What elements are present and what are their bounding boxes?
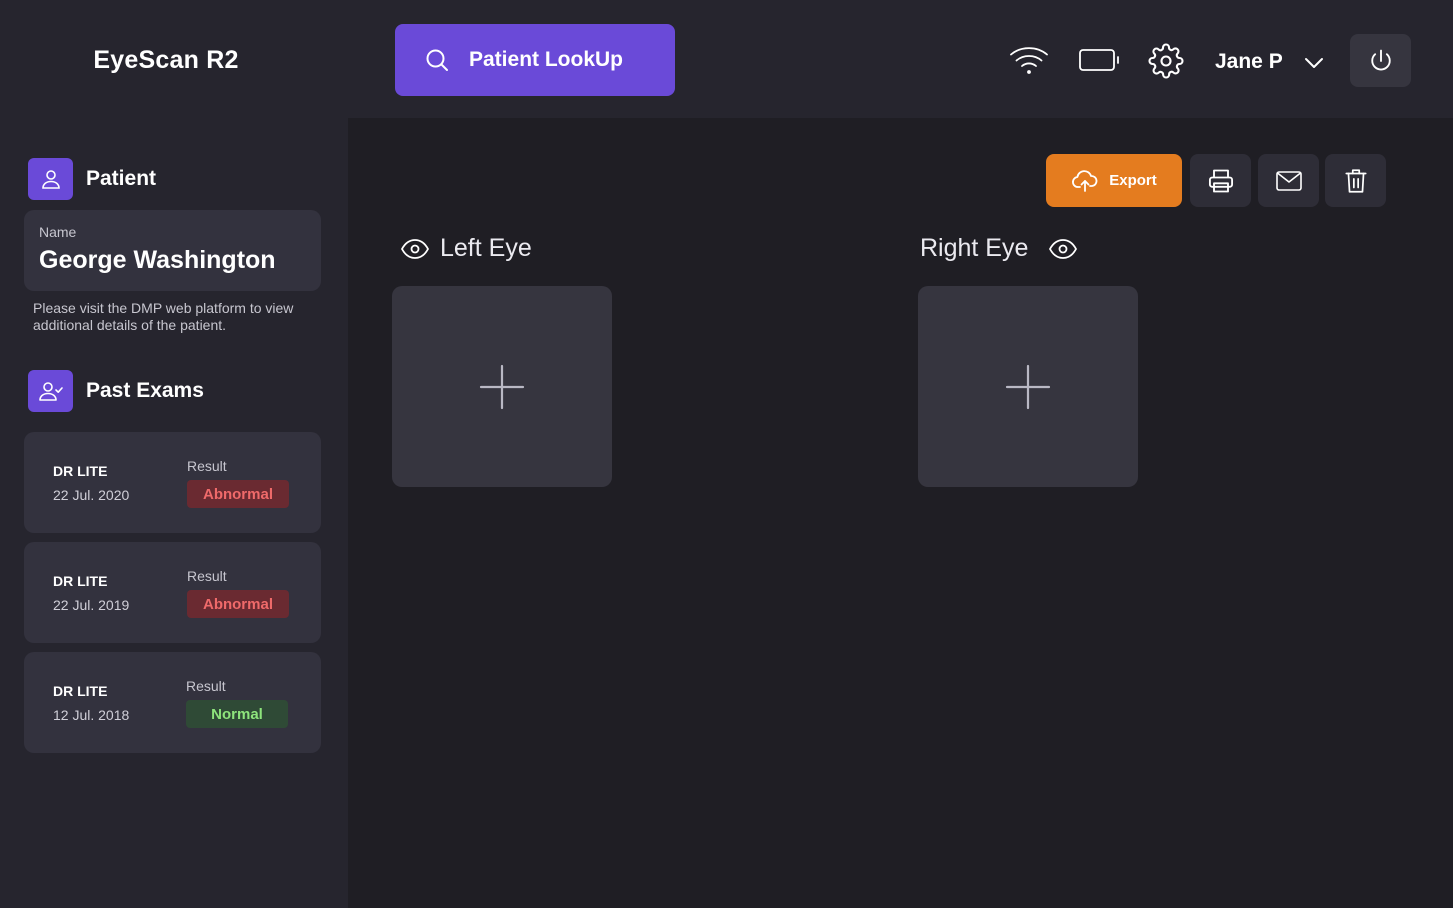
exam-card[interactable]: DR LITE 22 Jul. 2019 Result Abnormal xyxy=(24,542,321,643)
plus-icon xyxy=(1005,364,1051,409)
wifi-icon[interactable] xyxy=(1008,44,1050,76)
patient-lookup-button[interactable]: Patient LookUp xyxy=(395,24,675,96)
eye-icon xyxy=(400,238,430,259)
patient-name-label: Name xyxy=(39,224,77,240)
app-title: EyeScan R2 xyxy=(93,46,239,74)
patient-name: George Washington xyxy=(39,246,276,274)
exam-result-badge: Abnormal xyxy=(187,480,289,508)
patient-lookup-label: Patient LookUp xyxy=(469,48,624,71)
left-eye-label: Left Eye xyxy=(440,234,532,262)
exam-card[interactable]: DR LITE 12 Jul. 2018 Result Normal xyxy=(24,652,321,753)
exam-type: DR LITE xyxy=(53,573,108,589)
power-button[interactable] xyxy=(1350,34,1411,87)
patient-card: Name George Washington xyxy=(24,210,321,291)
left-eye-header: Left Eye xyxy=(400,234,532,263)
exam-type: DR LITE xyxy=(53,683,108,699)
exam-result-badge: Abnormal xyxy=(187,590,289,618)
exam-result-label: Result xyxy=(187,568,227,584)
user-check-icon xyxy=(28,370,73,412)
exam-result-label: Result xyxy=(186,678,226,694)
exam-date: 22 Jul. 2019 xyxy=(53,597,130,613)
patient-note: Please visit the DMP web platform to vie… xyxy=(33,300,294,333)
user-name[interactable]: Jane P xyxy=(1215,50,1283,74)
exam-type: DR LITE xyxy=(53,463,108,479)
trash-icon xyxy=(1344,168,1367,193)
gear-icon[interactable] xyxy=(1147,42,1185,80)
left-eye-add-image[interactable] xyxy=(392,286,612,487)
search-icon xyxy=(426,49,448,71)
right-eye-add-image[interactable] xyxy=(918,286,1138,487)
exam-result-badge: Normal xyxy=(186,700,288,728)
exam-card[interactable]: DR LITE 22 Jul. 2020 Result Abnormal xyxy=(24,432,321,533)
sidebar: EyeScan R2 Patient Name George Washingto… xyxy=(0,0,348,908)
exam-date: 12 Jul. 2018 xyxy=(53,707,130,723)
right-eye-label: Right Eye xyxy=(920,234,1029,262)
past-exams-section-label: Past Exams xyxy=(86,379,204,402)
exam-result-label: Result xyxy=(187,458,227,474)
eye-icon xyxy=(1049,238,1078,259)
past-exams-section-header: Past Exams xyxy=(28,370,204,412)
export-label: Export xyxy=(1109,172,1157,189)
patient-section-header: Patient xyxy=(28,158,156,200)
print-button[interactable] xyxy=(1190,154,1251,207)
right-eye-header: Right Eye xyxy=(920,234,1078,263)
chevron-down-icon[interactable] xyxy=(1302,54,1326,72)
exam-date: 22 Jul. 2020 xyxy=(53,487,130,503)
delete-button[interactable] xyxy=(1325,154,1386,207)
printer-icon xyxy=(1208,169,1233,192)
mail-icon xyxy=(1275,170,1302,191)
battery-icon xyxy=(1077,46,1121,74)
user-icon xyxy=(28,158,73,200)
patient-section-label: Patient xyxy=(86,167,157,190)
power-icon xyxy=(1370,49,1391,70)
cloud-upload-icon xyxy=(1072,169,1098,192)
export-button[interactable]: Export xyxy=(1046,154,1182,207)
email-button[interactable] xyxy=(1258,154,1319,207)
plus-icon xyxy=(479,364,525,409)
